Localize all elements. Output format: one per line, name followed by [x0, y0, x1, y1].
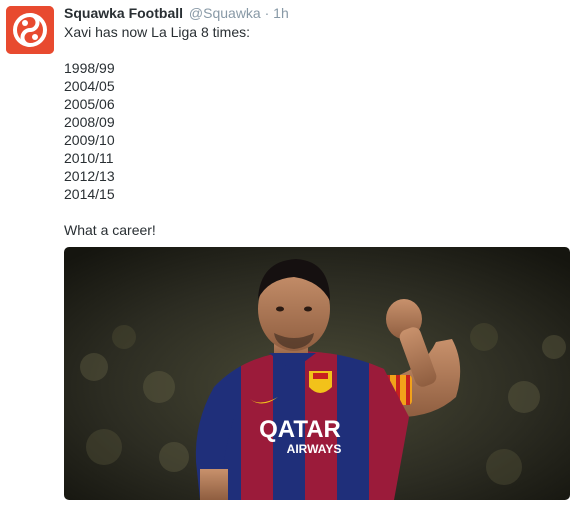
season-item: 2008/09	[64, 114, 115, 130]
sponsor-text-line1: QATAR	[259, 416, 341, 443]
tweet-photo[interactable]: QATAR AIRWAYS	[64, 247, 570, 500]
season-item: 2010/11	[64, 150, 114, 166]
season-item: 2014/15	[64, 186, 115, 202]
squawka-logo-icon	[6, 6, 54, 54]
player-photo: QATAR AIRWAYS	[64, 247, 570, 500]
user-handle[interactable]: @Squawka	[189, 5, 261, 21]
season-item: 2009/10	[64, 132, 115, 148]
avatar[interactable]	[6, 6, 54, 54]
tweet-text: Xavi has now La Liga 8 times: 1998/99 20…	[64, 23, 250, 239]
sponsor-text-line2: AIRWAYS	[287, 442, 342, 456]
separator-dot: ·	[264, 5, 270, 21]
season-item: 2012/13	[64, 168, 115, 184]
tweet-timestamp[interactable]: 1h	[273, 5, 289, 21]
season-item: 2004/05	[64, 78, 115, 94]
season-item: 1998/99	[64, 60, 115, 76]
display-name[interactable]: Squawka Football	[64, 5, 183, 21]
tweet-header: Squawka Football @Squawka · 1h	[64, 4, 289, 22]
tweet-closing: What a career!	[64, 222, 156, 238]
season-item: 2005/06	[64, 96, 115, 112]
tweet-intro: Xavi has now La Liga 8 times:	[64, 24, 250, 40]
